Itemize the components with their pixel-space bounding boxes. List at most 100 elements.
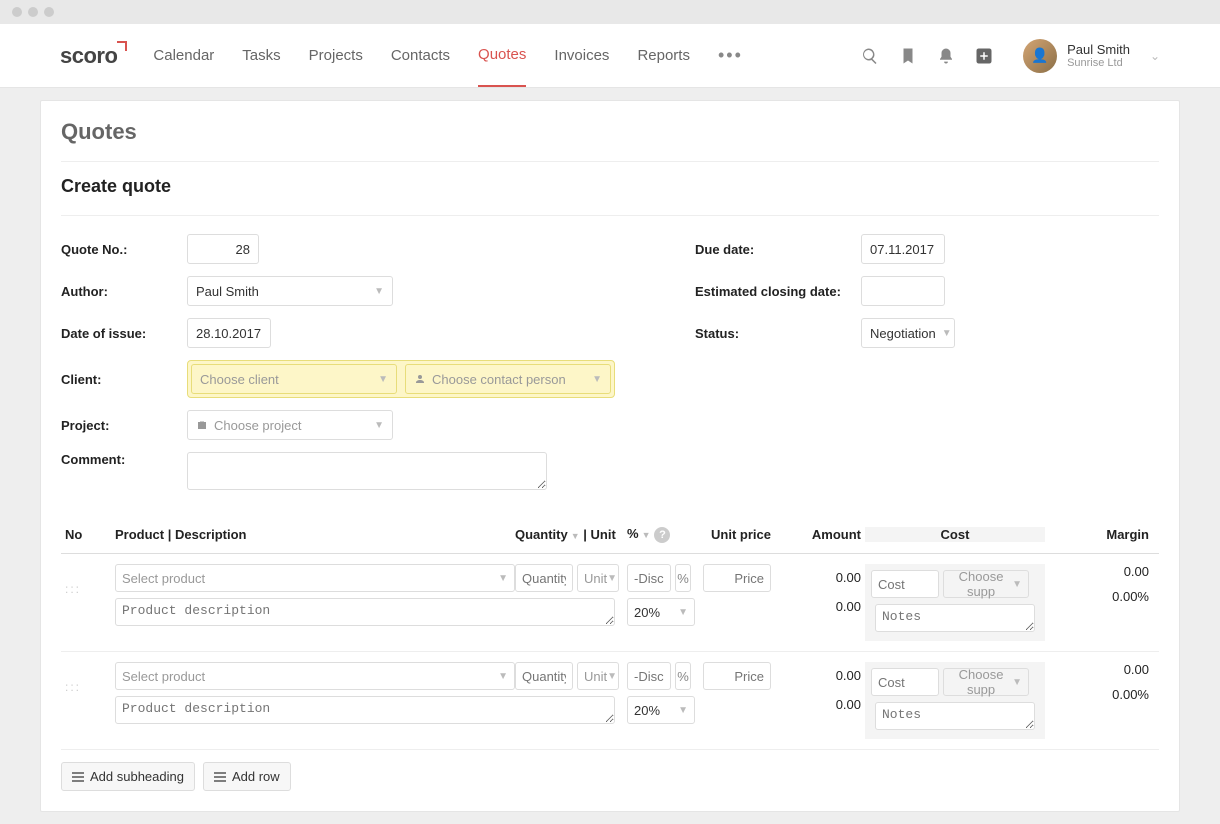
chevron-down-icon: ⌄ [1150, 49, 1160, 63]
add-subheading-button[interactable]: Add subheading [61, 762, 195, 791]
label-est-closing: Estimated closing date: [695, 284, 851, 299]
caret-down-icon: ▼ [374, 420, 384, 431]
caret-down-icon: ▼ [607, 671, 617, 682]
traffic-light-max[interactable] [44, 7, 54, 17]
nav-tasks[interactable]: Tasks [242, 25, 280, 86]
table-header: No Product | Description Quantity▼ | Uni… [61, 520, 1159, 554]
logo[interactable]: scoro [60, 43, 117, 69]
search-icon[interactable] [861, 47, 879, 65]
cost-notes-input[interactable] [875, 702, 1035, 730]
person-icon [414, 373, 426, 385]
bell-icon[interactable] [937, 47, 955, 65]
amount-secondary: 0.00 [779, 697, 861, 712]
caret-down-icon: ▼ [498, 573, 508, 584]
quantity-input[interactable] [515, 662, 573, 690]
label-comment: Comment: [61, 452, 177, 467]
drag-handle[interactable]: ::: [61, 564, 111, 596]
label-date-of-issue: Date of issue: [61, 326, 177, 341]
col-product: Product | Description [111, 527, 511, 542]
briefcase-icon [196, 419, 208, 431]
help-icon[interactable]: ? [654, 527, 670, 543]
label-client: Client: [61, 372, 177, 387]
percent-label: % [675, 564, 691, 592]
nav-contacts[interactable]: Contacts [391, 25, 450, 86]
col-margin: Margin [1045, 527, 1159, 542]
nav-more[interactable]: ••• [718, 45, 743, 66]
nav-invoices[interactable]: Invoices [554, 25, 609, 86]
margin-pct: 0.00% [1049, 589, 1149, 604]
traffic-light-close[interactable] [12, 7, 22, 17]
product-select[interactable]: Select product▼ [115, 662, 515, 690]
page-title: Quotes [61, 119, 1159, 145]
product-select[interactable]: Select product▼ [115, 564, 515, 592]
drag-handle[interactable]: ::: [61, 662, 111, 694]
discount-default-select[interactable]: 20%▼ [627, 598, 695, 626]
label-author: Author: [61, 284, 177, 299]
quote-no-input[interactable] [187, 234, 259, 264]
add-icon[interactable] [975, 47, 993, 65]
table-row: ::: Select product▼ Unit▼ % 20 [61, 652, 1159, 750]
amount-value: 0.00 [779, 668, 861, 683]
unit-select[interactable]: Unit▼ [577, 564, 619, 592]
line-items-table: No Product | Description Quantity▼ | Uni… [61, 520, 1159, 750]
col-unit-price: Unit price [695, 527, 775, 542]
price-input[interactable] [703, 564, 771, 592]
status-select[interactable]: Negotiation▼ [861, 318, 955, 348]
est-closing-input[interactable] [861, 276, 945, 306]
list-icon [214, 772, 226, 782]
sort-caret-icon: ▼ [571, 531, 580, 541]
discount-input[interactable] [627, 662, 671, 690]
project-select[interactable]: Choose project ▼ [187, 410, 393, 440]
caret-down-icon: ▼ [678, 607, 688, 618]
page-subtitle: Create quote [61, 161, 1159, 215]
bookmark-icon[interactable] [899, 47, 917, 65]
author-select[interactable]: Paul Smith▼ [187, 276, 393, 306]
nav-calendar[interactable]: Calendar [153, 25, 214, 86]
comment-textarea[interactable] [187, 452, 547, 490]
product-description-input[interactable] [115, 696, 615, 724]
supplier-select[interactable]: Choose supp▼ [943, 570, 1029, 598]
cost-input[interactable] [871, 668, 939, 696]
col-quantity[interactable]: Quantity▼ | Unit [511, 527, 623, 542]
label-project: Project: [61, 418, 177, 433]
footer-buttons: Add subheading Add row [41, 750, 1179, 791]
user-menu[interactable]: 👤 Paul Smith Sunrise Ltd ⌄ [1023, 39, 1160, 73]
caret-down-icon: ▼ [498, 671, 508, 682]
price-input[interactable] [703, 662, 771, 690]
window-titlebar [0, 0, 1220, 24]
label-status: Status: [695, 326, 851, 341]
contact-select[interactable]: Choose contact person ▼ [405, 364, 611, 394]
nav-projects[interactable]: Projects [309, 25, 363, 86]
unit-select[interactable]: Unit▼ [577, 662, 619, 690]
percent-label: % [675, 662, 691, 690]
product-description-input[interactable] [115, 598, 615, 626]
client-highlight: Choose client▼ Choose contact person ▼ [187, 360, 615, 398]
client-select[interactable]: Choose client▼ [191, 364, 397, 394]
caret-down-icon: ▼ [374, 286, 384, 297]
top-nav: scoro Calendar Tasks Projects Contacts Q… [0, 24, 1220, 88]
user-org: Sunrise Ltd [1067, 57, 1130, 69]
discount-default-select[interactable]: 20%▼ [627, 696, 695, 724]
nav-reports[interactable]: Reports [637, 25, 690, 86]
margin-value: 0.00 [1049, 662, 1149, 677]
label-due-date: Due date: [695, 242, 851, 257]
cost-input[interactable] [871, 570, 939, 598]
nav-quotes[interactable]: Quotes [478, 24, 526, 87]
nav-links: Calendar Tasks Projects Contacts Quotes … [153, 24, 861, 87]
due-date-input[interactable] [861, 234, 945, 264]
col-pct[interactable]: %▼? [623, 526, 695, 543]
supplier-select[interactable]: Choose supp▼ [943, 668, 1029, 696]
cost-notes-input[interactable] [875, 604, 1035, 632]
nav-icon-group [861, 47, 993, 65]
discount-input[interactable] [627, 564, 671, 592]
page-card: Quotes Create quote Quote No.: Author: P… [40, 100, 1180, 812]
avatar: 👤 [1023, 39, 1057, 73]
caret-down-icon: ▼ [1012, 677, 1022, 688]
label-quote-no: Quote No.: [61, 242, 177, 257]
col-amount: Amount [775, 527, 865, 542]
traffic-light-min[interactable] [28, 7, 38, 17]
margin-value: 0.00 [1049, 564, 1149, 579]
date-of-issue-input[interactable] [187, 318, 271, 348]
quantity-input[interactable] [515, 564, 573, 592]
add-row-button[interactable]: Add row [203, 762, 291, 791]
